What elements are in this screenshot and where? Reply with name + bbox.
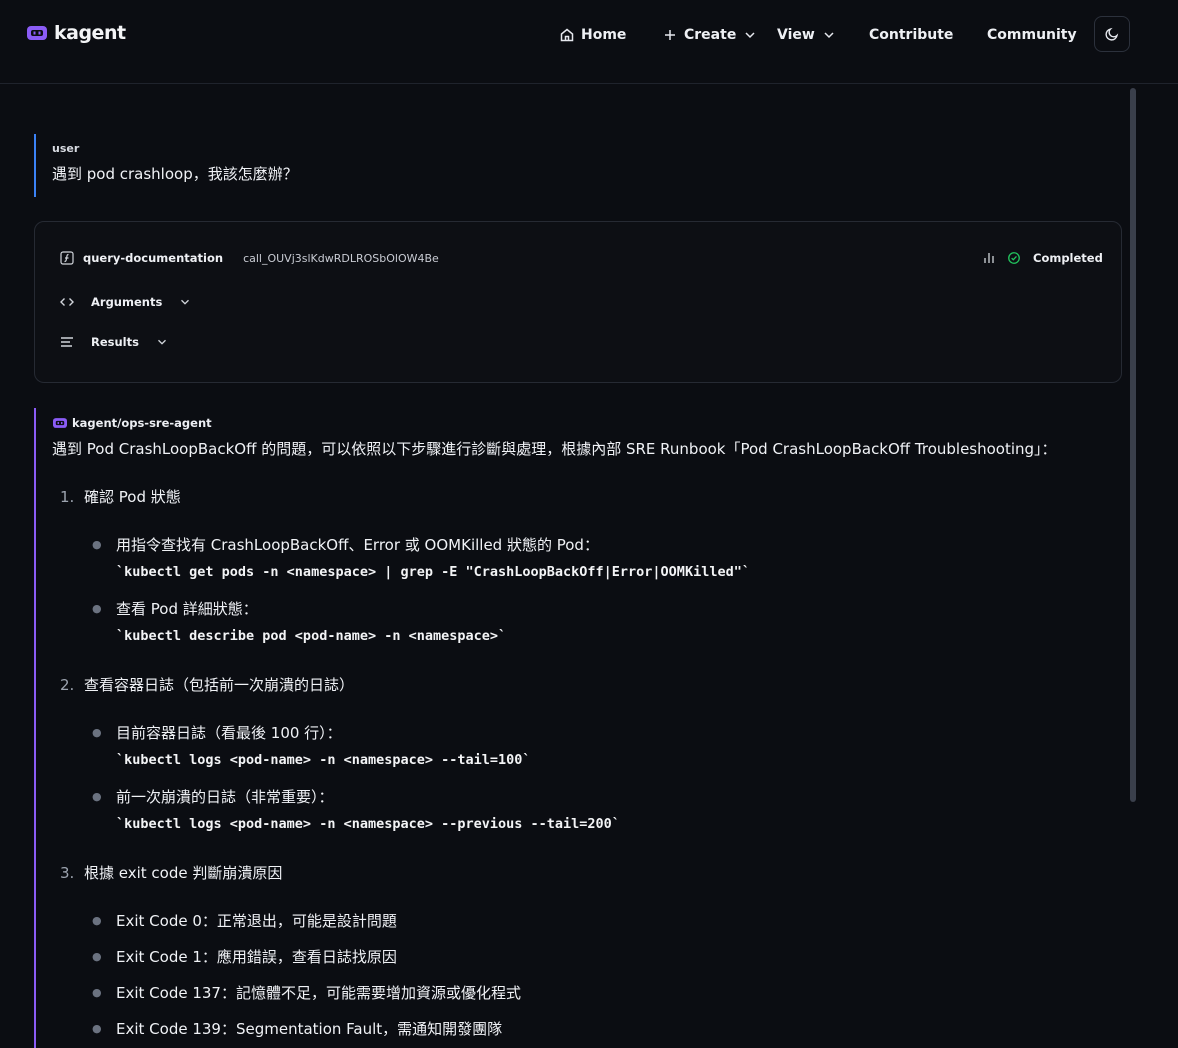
moon-icon: [1105, 27, 1119, 41]
top-navbar: kagent Home Create View Contribute Commu…: [0, 0, 1178, 84]
chevron-down-icon: [745, 32, 755, 39]
bullet-dot: ●: [92, 538, 102, 551]
agent-intro-text: 遇到 Pod CrashLoopBackOff 的問題，可以依照以下步驟進行診斷…: [52, 440, 1057, 458]
inline-code: `kubectl get pods -n <namespace> | grep …: [116, 564, 750, 580]
bar-chart-icon[interactable]: [981, 250, 997, 266]
nav-create[interactable]: Create: [662, 24, 758, 46]
step-title: 根據 exit code 判斷崩潰原因: [84, 864, 283, 882]
agent-header: kagent/ops-sre-agent: [52, 416, 212, 430]
bullet-item: ● 用指令查找有 CrashLoopBackOff、Error 或 OOMKill…: [92, 534, 599, 555]
user-role-label: user: [52, 142, 80, 155]
bullet-dot: ●: [92, 950, 102, 963]
nav-view[interactable]: View: [777, 24, 837, 46]
bullet-item: ● 查看 Pod 詳細狀態：: [92, 598, 258, 619]
bullet-text: 目前容器日誌（看最後 100 行）：: [116, 724, 342, 742]
nav-create-label: Create: [684, 27, 737, 43]
nav-community[interactable]: Community: [987, 24, 1077, 46]
nav-home-label: Home: [581, 27, 627, 43]
nav-contribute-label: Contribute: [869, 27, 954, 43]
bullet-text: Exit Code 1：應用錯誤，查看日誌找原因: [116, 948, 397, 966]
tool-status-text: Completed: [1033, 251, 1103, 265]
chevron-down-icon: [181, 299, 190, 305]
home-icon: [560, 28, 574, 42]
nav-view-label: View: [777, 27, 815, 43]
results-label: Results: [91, 335, 139, 349]
tool-call-id: call_OUVj3slKdwRDLROSbOlOW4Be: [243, 251, 439, 265]
step-item: 2. 查看容器日誌（包括前一次崩潰的日誌）: [60, 674, 354, 695]
bullet-item: ● Exit Code 139：Segmentation Fault，需通知開發團…: [92, 1018, 502, 1039]
brand-name: kagent: [54, 22, 126, 44]
robot-icon: [53, 418, 67, 428]
nav-community-label: Community: [987, 27, 1077, 43]
chevron-down-icon: [824, 32, 834, 39]
bullet-item: ● 目前容器日誌（看最後 100 行）：: [92, 722, 342, 743]
agent-name: kagent/ops-sre-agent: [72, 416, 212, 430]
brand-logo[interactable]: kagent: [26, 22, 126, 44]
step-item: 1. 確認 Pod 狀態: [60, 486, 181, 507]
nav-home[interactable]: Home: [559, 24, 626, 46]
theme-toggle-button[interactable]: [1094, 16, 1130, 52]
bullet-dot: ●: [92, 1022, 102, 1035]
bullet-text: 查看 Pod 詳細狀態：: [116, 600, 258, 618]
bullet-dot: ●: [92, 986, 102, 999]
tool-call-card: [34, 221, 1122, 383]
align-left-icon: [61, 337, 73, 347]
bullet-dot: ●: [92, 726, 102, 739]
bullet-text: Exit Code 137：記憶體不足，可能需要增加資源或優化程式: [116, 984, 521, 1002]
bullet-text: 用指令查找有 CrashLoopBackOff、Error 或 OOMKille…: [116, 536, 599, 554]
bullet-text: Exit Code 139：Segmentation Fault，需通知開發團隊: [116, 1020, 503, 1038]
bullet-text: 前一次崩潰的日誌（非常重要）：: [116, 788, 334, 806]
bullet-item: ● Exit Code 137：記憶體不足，可能需要增加資源或優化程式: [92, 982, 521, 1003]
arguments-label: Arguments: [91, 295, 163, 309]
tool-call-header: query-documentation call_OUVj3slKdwRDLRO…: [59, 250, 439, 266]
user-message-text: 遇到 pod crashloop，我該怎麼辦？: [52, 165, 298, 183]
nav-contribute[interactable]: Contribute: [869, 24, 953, 46]
results-toggle[interactable]: Results: [59, 334, 169, 350]
step-item: 3. 根據 exit code 判斷崩潰原因: [60, 862, 282, 883]
code-icon: [60, 298, 74, 306]
inline-code: `kubectl describe pod <pod-name> -n <nam…: [116, 628, 507, 644]
plus-icon: [665, 30, 675, 40]
arguments-toggle[interactable]: Arguments: [59, 294, 192, 310]
step-number: 2.: [60, 676, 75, 694]
chevron-down-icon: [158, 339, 166, 345]
bullet-dot: ●: [92, 914, 102, 927]
check-circle-icon: [1008, 252, 1020, 264]
bullet-dot: ●: [92, 602, 102, 615]
bullet-text: Exit Code 0：正常退出，可能是設計問題: [116, 912, 397, 930]
bullet-item: ● 前一次崩潰的日誌（非常重要）：: [92, 786, 334, 807]
function-icon: [60, 251, 74, 265]
bullet-item: ● Exit Code 1：應用錯誤，查看日誌找原因: [92, 946, 397, 967]
step-title: 查看容器日誌（包括前一次崩潰的日誌）: [84, 676, 355, 694]
bullet-dot: ●: [92, 790, 102, 803]
scrollbar-thumb[interactable]: [1130, 88, 1136, 802]
step-number: 1.: [60, 488, 75, 506]
bullet-item: ● Exit Code 0：正常退出，可能是設計問題: [92, 910, 397, 931]
tool-status-area: Completed: [981, 250, 1103, 266]
step-number: 3.: [60, 864, 75, 882]
robot-icon: [27, 26, 47, 40]
inline-code: `kubectl logs <pod-name> -n <namespace> …: [116, 816, 620, 832]
tool-name: query-documentation: [83, 251, 224, 265]
step-title: 確認 Pod 狀態: [84, 488, 181, 506]
inline-code: `kubectl logs <pod-name> -n <namespace> …: [116, 752, 531, 768]
